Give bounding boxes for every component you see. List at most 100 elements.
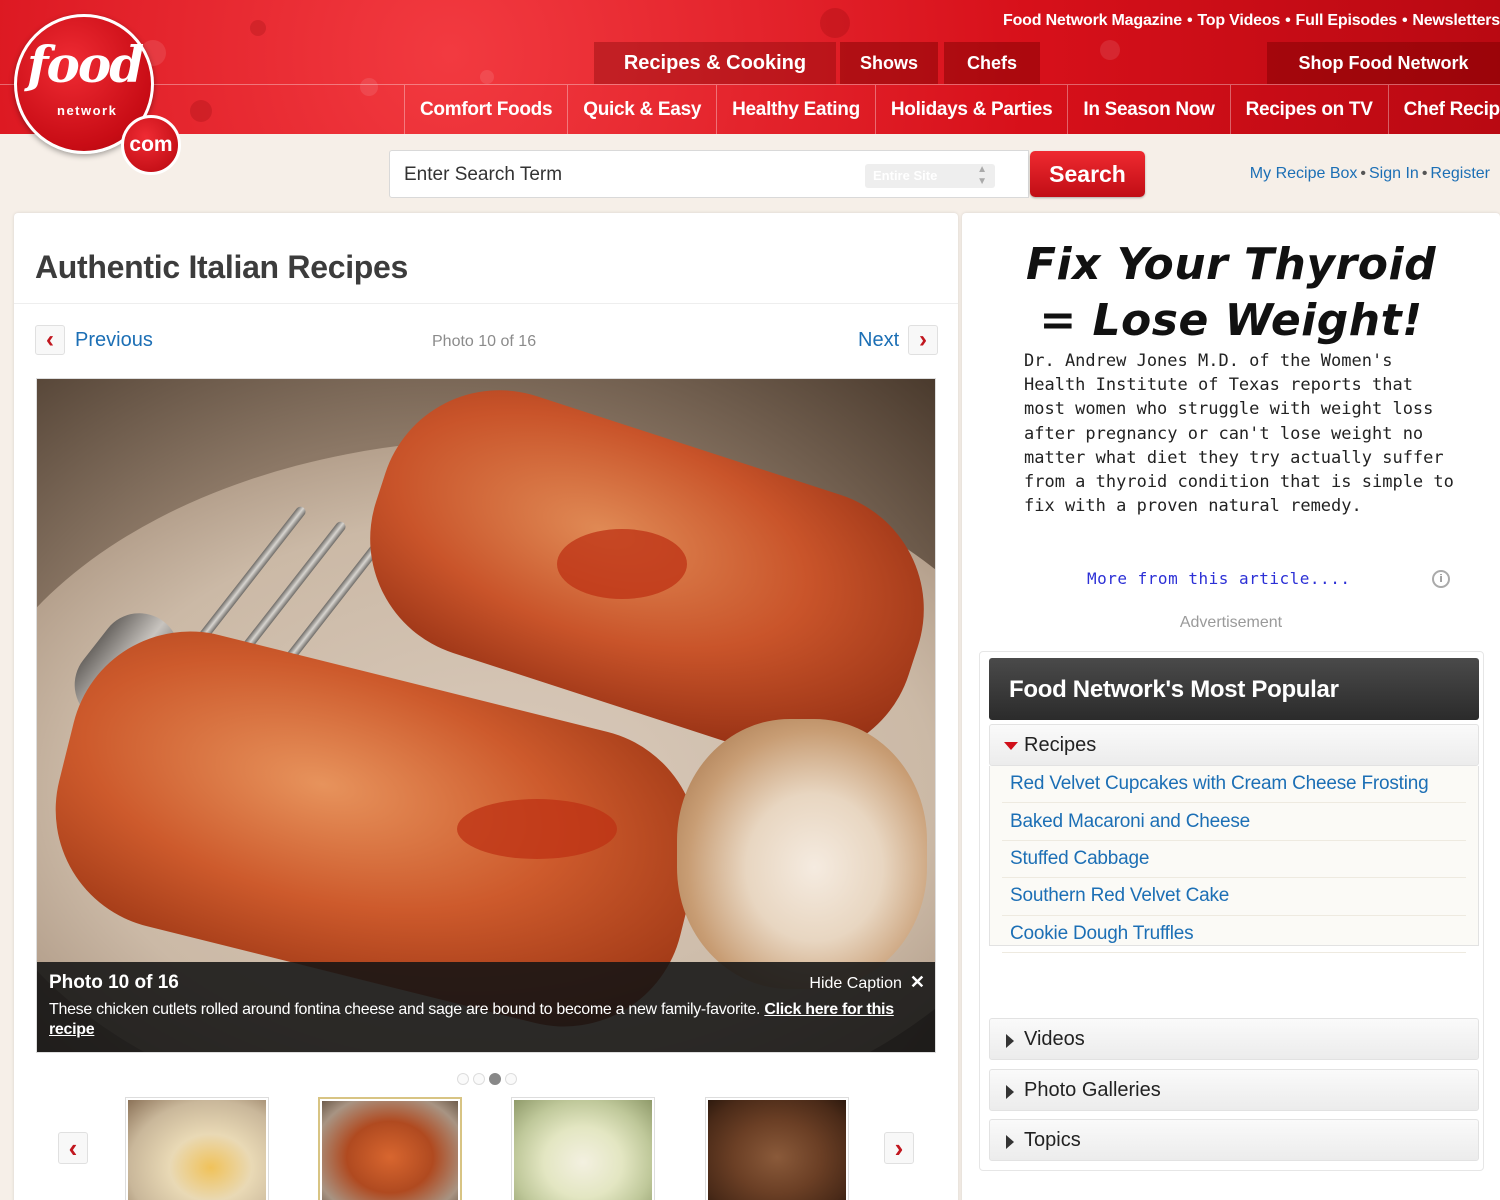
caption-text: These chicken cutlets rolled around font… xyxy=(49,1001,761,1018)
thumbnail-pasta-dish[interactable] xyxy=(125,1097,269,1200)
thumbnail-braised-meat[interactable] xyxy=(705,1097,849,1200)
accordion-topics-label: Topics xyxy=(1024,1129,1081,1151)
hide-caption-button[interactable]: Hide Caption ✕ xyxy=(809,972,925,993)
util-link-full-episodes[interactable]: Full Episodes xyxy=(1296,12,1398,29)
tab-chefs[interactable]: Chefs xyxy=(944,42,1040,84)
logo-subword: network xyxy=(57,103,118,118)
food-network-logo[interactable]: food network com xyxy=(14,14,181,175)
caret-right-icon xyxy=(1006,1135,1014,1149)
most-popular-widget: Food Network's Most Popular Recipes Red … xyxy=(979,651,1484,1171)
pager-dot-active[interactable] xyxy=(489,1073,501,1085)
account-links: My Recipe Box • Sign In • Register xyxy=(1249,165,1490,182)
advertisement-label: Advertisement xyxy=(1179,614,1283,631)
photo-counter: Photo 10 of 16 xyxy=(432,333,537,350)
ad-body-text: Dr. Andrew Jones M.D. of the Women's Hea… xyxy=(1024,351,1454,517)
logo-word: food xyxy=(27,35,144,94)
thumbs-prev-arrow-icon[interactable]: ‹ xyxy=(58,1132,88,1164)
subnav-quick-easy[interactable]: Quick & Easy xyxy=(567,85,716,134)
thumbnail-image xyxy=(128,1100,266,1200)
advertisement[interactable]: Fix Your Thyroid = Lose Weight! Dr. Andr… xyxy=(962,213,1500,633)
ad-headline-line-2: = Lose Weight! xyxy=(1039,295,1423,346)
decor-droplet xyxy=(250,20,266,36)
logo-com-badge: com xyxy=(121,115,181,175)
gallery-panel: Authentic Italian Recipes ‹ Previous Pho… xyxy=(14,213,958,1200)
list-item[interactable]: Red Velvet Cupcakes with Cream Cheese Fr… xyxy=(1002,766,1466,804)
shop-link[interactable]: Shop Food Network xyxy=(1267,42,1500,84)
pager-dots xyxy=(457,1073,517,1085)
list-item[interactable]: Baked Macaroni and Cheese xyxy=(1002,803,1466,841)
chicken-roll-cut xyxy=(677,719,927,989)
utility-nav: Food Network Magazine • Top Videos • Full Ep… xyxy=(1003,12,1500,29)
thumbnail-chicken-rolls[interactable] xyxy=(318,1097,462,1200)
tab-recipes-cooking[interactable]: Recipes & Cooking xyxy=(594,42,836,84)
subnav-chef-recipes[interactable]: Chef Recipes xyxy=(1387,85,1500,134)
accordion-videos[interactable]: Videos xyxy=(989,1018,1479,1060)
pager-dot[interactable] xyxy=(505,1073,517,1085)
hide-caption-label: Hide Caption xyxy=(809,975,902,992)
accordion-videos-label: Videos xyxy=(1024,1028,1085,1050)
tab-shows[interactable]: Shows xyxy=(840,42,938,84)
thumbnail-image xyxy=(514,1100,652,1200)
util-link-top-videos[interactable]: Top Videos xyxy=(1197,12,1280,29)
thumbs-next-arrow-icon[interactable]: › xyxy=(884,1132,914,1164)
search-input[interactable] xyxy=(404,163,844,187)
list-item[interactable]: Stuffed Cabbage xyxy=(1002,841,1466,879)
popular-recipes-list: Red Velvet Cupcakes with Cream Cheese Fr… xyxy=(989,766,1479,953)
accordion-topics[interactable]: Topics xyxy=(989,1119,1479,1161)
subnav-comfort-foods[interactable]: Comfort Foods xyxy=(404,85,567,134)
page-title: Authentic Italian Recipes xyxy=(35,249,409,285)
thumbnail-image xyxy=(322,1101,458,1200)
sauce-spot xyxy=(557,529,687,599)
next-arrow-icon[interactable]: › xyxy=(908,325,938,355)
decor-droplet xyxy=(480,70,494,84)
accordion-photo-galleries[interactable]: Photo Galleries xyxy=(989,1069,1479,1111)
most-popular-title: Food Network's Most Popular xyxy=(989,658,1479,720)
previous-arrow-icon[interactable]: ‹ xyxy=(35,325,65,355)
ad-info-icon[interactable]: i xyxy=(1424,565,1458,593)
next-link[interactable]: Next xyxy=(858,329,899,352)
my-recipe-box-link[interactable]: My Recipe Box xyxy=(1250,165,1358,182)
accordion-recipes-label: Recipes xyxy=(1024,734,1097,756)
select-arrows-icon: ▲ ▼ xyxy=(977,164,987,187)
caret-down-icon xyxy=(1004,742,1018,750)
subnav-healthy-eating[interactable]: Healthy Eating xyxy=(716,85,875,134)
decor-droplet xyxy=(360,78,378,96)
caption-title: Photo 10 of 16 xyxy=(49,972,179,993)
close-icon: ✕ xyxy=(909,972,925,992)
sidebar: Fix Your Thyroid = Lose Weight! Dr. Andr… xyxy=(962,213,1500,1200)
util-link-newsletters[interactable]: Newsletters xyxy=(1412,12,1500,29)
thumbnail-image xyxy=(708,1100,846,1200)
pager-dot[interactable] xyxy=(457,1073,469,1085)
decor-droplet xyxy=(1100,40,1120,60)
sauce-spot xyxy=(457,799,617,859)
title-divider xyxy=(14,303,958,304)
gallery-photo[interactable]: Photo 10 of 16 Hide Caption ✕ These chick… xyxy=(36,378,936,1053)
caption-text-block: These chicken cutlets rolled around font… xyxy=(49,1000,925,1040)
sign-in-link[interactable]: Sign In xyxy=(1369,165,1419,182)
decor-droplet xyxy=(190,100,212,122)
list-item[interactable]: Cookie Dough Truffles xyxy=(1002,916,1466,953)
util-link-magazine[interactable]: Food Network Magazine xyxy=(1003,12,1182,29)
pager-dot[interactable] xyxy=(473,1073,485,1085)
site-header: Food Network Magazine • Top Videos • Full Ep… xyxy=(0,0,1500,134)
search-button[interactable]: Search xyxy=(1030,151,1145,197)
thumbnail-salad-plates[interactable] xyxy=(511,1097,655,1200)
list-item[interactable]: Southern Red Velvet Cake xyxy=(1002,878,1466,916)
accordion-recipes[interactable]: Recipes xyxy=(989,724,1479,766)
previous-link[interactable]: Previous xyxy=(75,329,153,352)
subnav-holidays-parties[interactable]: Holidays & Parties xyxy=(874,85,1067,134)
subnav-in-season-now[interactable]: In Season Now xyxy=(1067,85,1229,134)
subnav-recipes-on-tv[interactable]: Recipes on TV xyxy=(1229,85,1388,134)
search-scope-select[interactable]: Entire Site ▲ ▼ xyxy=(865,164,995,188)
sub-nav: Comfort Foods Quick & Easy Healthy Eatin… xyxy=(404,85,1500,134)
ad-headline-line-1: Fix Your Thyroid xyxy=(1025,239,1437,290)
register-link[interactable]: Register xyxy=(1430,165,1490,182)
caret-right-icon xyxy=(1006,1085,1014,1099)
ad-more-link[interactable]: More from this article.... xyxy=(1087,569,1350,588)
search-scope-value: Entire Site xyxy=(873,168,938,183)
decor-droplet xyxy=(820,8,850,38)
photo-caption: Photo 10 of 16 Hide Caption ✕ These chick… xyxy=(37,962,935,1052)
caret-right-icon xyxy=(1006,1034,1014,1048)
accordion-galleries-label: Photo Galleries xyxy=(1024,1079,1161,1101)
search-box: Entire Site ▲▼ xyxy=(389,150,1029,198)
